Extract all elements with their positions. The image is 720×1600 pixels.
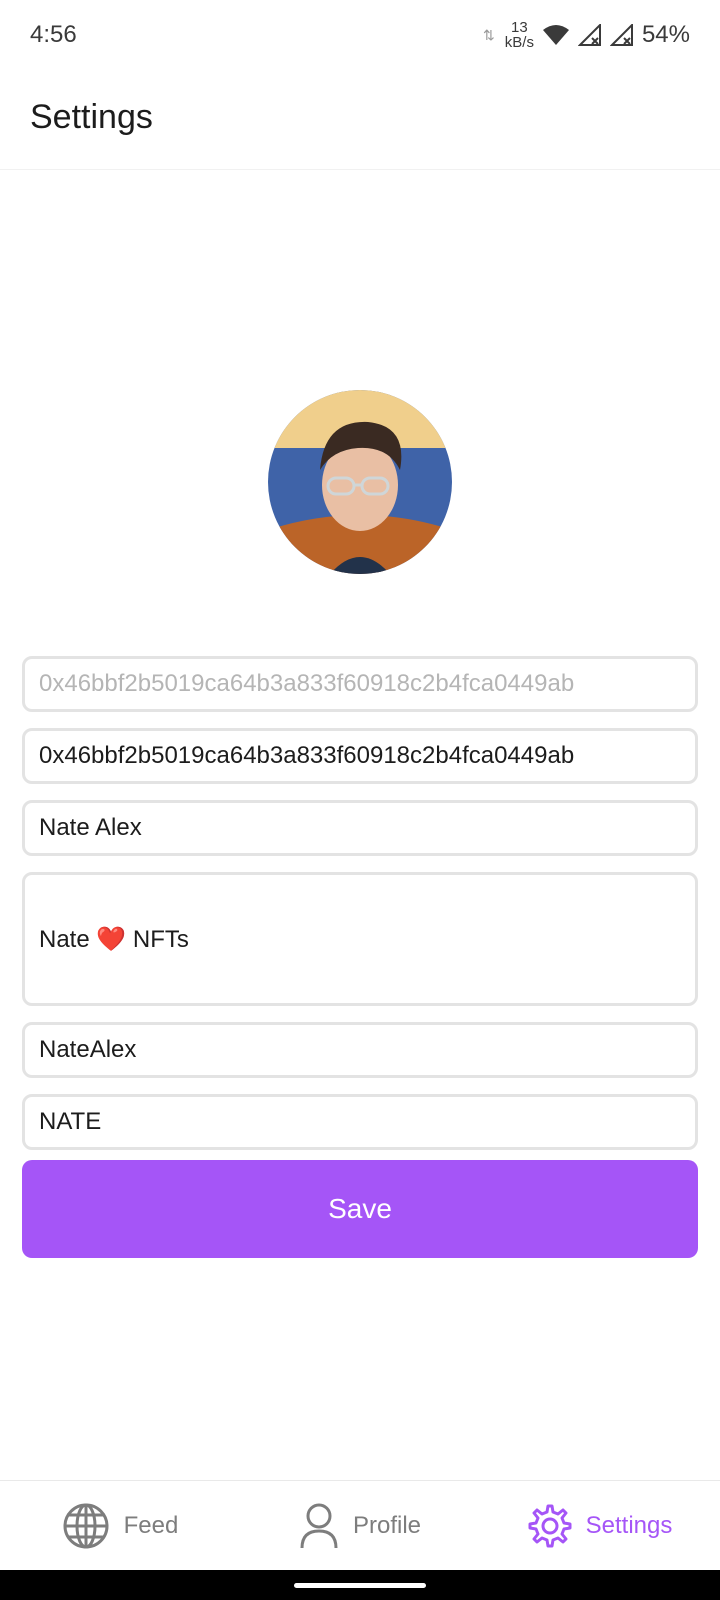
app-header: Settings	[0, 70, 720, 170]
wallet-address-input[interactable]: 0x46bbf2b5019ca64b3a833f60918c2b4fca0449…	[22, 656, 698, 712]
status-bar: 4:56 ⇅ 13 kB/s 54%	[0, 0, 720, 70]
bottom-navigation: Feed Profile Settings	[0, 1480, 720, 1570]
battery-percentage: 54%	[641, 21, 690, 48]
data-activity-icon: ⇅	[483, 26, 495, 43]
status-icons: ⇅ 13 kB/s 54%	[483, 20, 690, 50]
home-indicator[interactable]	[294, 1583, 426, 1588]
status-time: 4:56	[30, 21, 77, 48]
save-button[interactable]: Save	[22, 1160, 698, 1258]
wifi-icon	[542, 25, 569, 45]
signal-icon	[577, 24, 601, 46]
globe-icon	[63, 1503, 109, 1548]
avatar-image	[268, 390, 452, 574]
network-speed-unit: kB/s	[504, 34, 534, 51]
display-name-input[interactable]: Nate Alex	[22, 800, 698, 856]
nav-label-feed: Feed	[123, 1511, 179, 1539]
page-title: Settings	[30, 98, 153, 136]
network-speed: 13 kB/s	[505, 20, 534, 50]
profile-avatar[interactable]	[268, 390, 452, 574]
signal-icon-2	[609, 24, 633, 46]
bio-textarea[interactable]: Nate ❤️ NFTs	[22, 872, 698, 1006]
nav-label-settings: Settings	[585, 1511, 673, 1539]
nav-item-settings[interactable]: Settings	[480, 1481, 720, 1570]
nav-label-profile: Profile	[352, 1511, 422, 1539]
network-speed-value: 13	[511, 19, 528, 36]
username-input[interactable]: NateAlex	[22, 1022, 698, 1078]
nav-item-feed[interactable]: Feed	[0, 1481, 240, 1570]
user-icon	[300, 1503, 338, 1548]
system-navigation-bar	[0, 1570, 720, 1600]
gear-icon	[528, 1504, 572, 1547]
wallet-address-field[interactable]: 0x46bbf2b5019ca64b3a833f60918c2b4fca0449…	[22, 728, 698, 784]
nav-item-profile[interactable]: Profile	[240, 1481, 480, 1570]
ticker-input[interactable]: NATE	[22, 1094, 698, 1150]
